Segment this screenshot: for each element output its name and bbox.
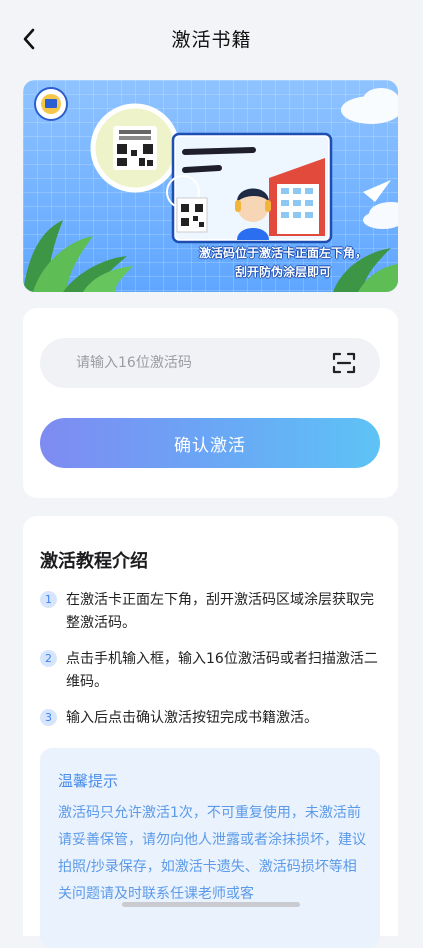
banner-caption: 激活码位于激活卡正面左下角， 刮开防伪涂层即可 — [173, 244, 393, 282]
status-bar — [0, 0, 423, 14]
home-indicator — [122, 902, 300, 907]
confirm-activation-button[interactable]: 确认激活 — [40, 418, 380, 468]
publisher-logo-icon — [34, 87, 68, 121]
step-number-badge: 1 — [40, 591, 57, 608]
warm-tips-box: 温馨提示 激活码只允许激活1次，不可重复使用，未激活前请妥善保管，请勿向他人泄露… — [40, 748, 380, 948]
tutorial-card: 激活教程介绍 1 在激活卡正面左下角，刮开激活码区域涂层获取完整激活码。 2 点… — [23, 516, 398, 948]
back-button[interactable] — [14, 24, 44, 54]
tutorial-step: 2 点击手机输入框，输入16位激活码或者扫描激活二维码。 — [40, 648, 380, 694]
tips-body: 激活码只允许激活1次，不可重复使用，未激活前请妥善保管，请勿向他人泄露或者涂抹损… — [58, 805, 366, 902]
page-title: 激活书籍 — [171, 28, 252, 51]
step-number-badge: 2 — [40, 650, 57, 667]
activation-card-illustration — [166, 132, 333, 244]
scan-button[interactable] — [322, 341, 366, 385]
step-text: 输入后点击确认激活按钮完成书籍激活。 — [66, 710, 318, 726]
banner-caption-line: 刮开防伪涂层即可 — [234, 265, 331, 279]
nav-bar: 激活书籍 — [0, 14, 423, 62]
step-text: 在激活卡正面左下角，刮开激活码区域涂层获取完整激活码。 — [66, 592, 374, 631]
scan-icon — [332, 352, 356, 374]
step-number-badge: 3 — [40, 709, 57, 726]
tutorial-title: 激活教程介绍 — [40, 551, 148, 572]
tutorial-step: 3 输入后点击确认激活按钮完成书籍激活。 — [40, 707, 380, 730]
tips-title: 温馨提示 — [58, 772, 119, 790]
paper-plane-icon — [363, 180, 391, 202]
chevron-left-icon — [23, 28, 35, 50]
activation-card-banner: 激活码位于激活卡正面左下角， 刮开防伪涂层即可 — [23, 80, 398, 292]
banner-caption-line: 激活码位于激活卡正面左下角， — [198, 246, 367, 260]
activation-input-card: 确认激活 — [23, 308, 398, 498]
tutorial-step: 1 在激活卡正面左下角，刮开激活码区域涂层获取完整激活码。 — [40, 589, 380, 635]
step-text: 点击手机输入框，输入16位激活码或者扫描激活二维码。 — [66, 651, 378, 690]
cloud-icon — [341, 88, 398, 229]
activation-code-input[interactable] — [40, 338, 322, 388]
activation-code-field — [40, 338, 380, 388]
